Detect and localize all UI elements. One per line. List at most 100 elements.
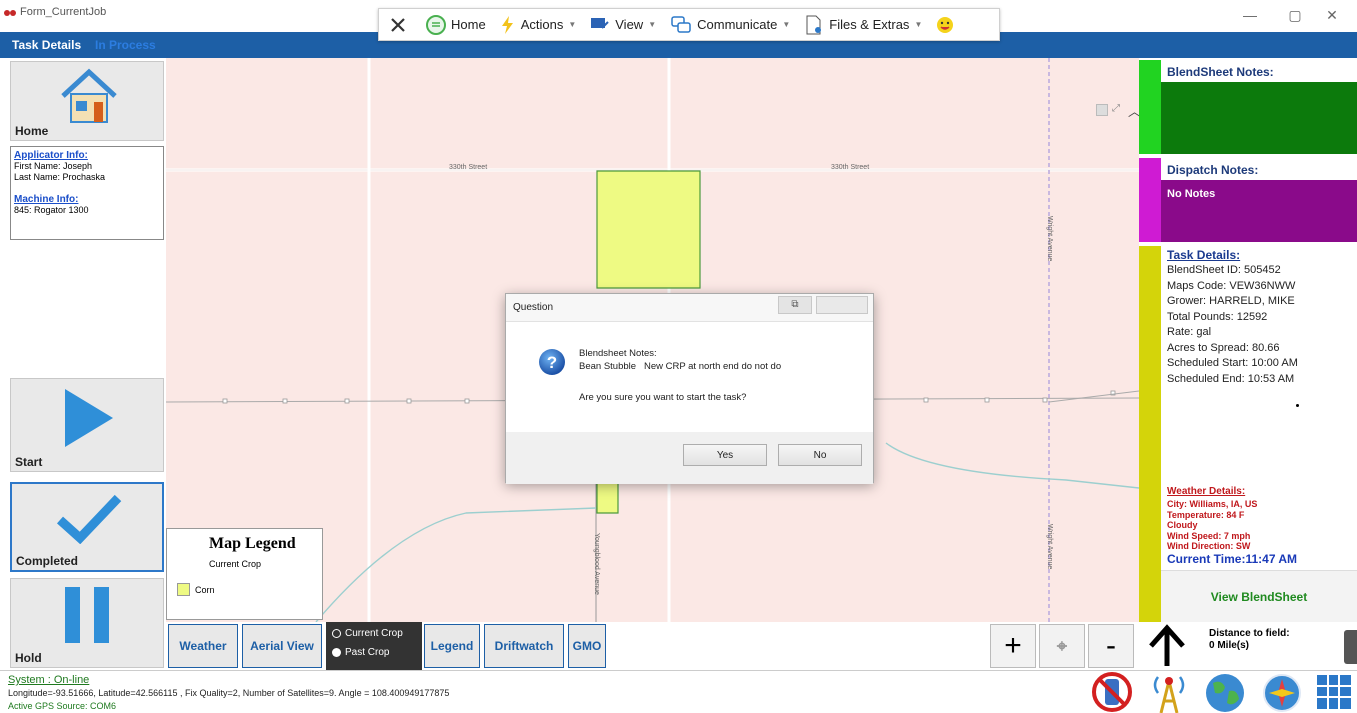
task-details-panel: Task Details: BlendSheet ID: 505452 Maps…: [1139, 246, 1357, 622]
map-legend: Map Legend Current Crop Corn: [166, 528, 323, 620]
close-window-button[interactable]: ✕: [1312, 4, 1352, 26]
task-color-strip: [1139, 246, 1161, 622]
yes-button[interactable]: Yes: [683, 444, 767, 466]
road-label-330th-a: 330th Street: [449, 164, 488, 171]
first-name: First Name: Joseph: [14, 161, 93, 171]
weather-lines: City: Williams, IA, US Temperature: 84 F…: [1167, 499, 1257, 552]
dialog-notes-heading: Blendsheet Notes:: [579, 348, 657, 359]
weather-line: Wind Speed: 7 mph: [1167, 530, 1251, 541]
crosshair-icon: ⌖: [1056, 635, 1068, 656]
current-time: Current Time:11:47 AM: [1167, 552, 1298, 566]
driftwatch-button[interactable]: Driftwatch: [484, 624, 564, 668]
close-toolbar-button[interactable]: [389, 16, 412, 34]
dialog-footer: Yes No: [506, 432, 873, 484]
dot-marker: [1296, 404, 1299, 407]
grid-icon[interactable]: [1096, 104, 1108, 116]
question-dialog: Question ⧉ ? Blendsheet Notes: Bean Stub…: [505, 293, 874, 484]
monitor-icon: [591, 17, 609, 29]
gps-source: Active GPS Source: COM6: [8, 701, 117, 711]
task-line: Acres to Spread: 80.66: [1167, 341, 1280, 354]
close-icon: [391, 17, 405, 32]
weather-button[interactable]: Weather: [168, 624, 238, 668]
app-logo-icon: [4, 10, 16, 16]
chevron-down-icon: ▼: [648, 20, 657, 29]
system-status[interactable]: System : On-line: [8, 674, 89, 686]
dialog-close-button[interactable]: [816, 296, 868, 314]
view-menu[interactable]: View ▼: [590, 16, 656, 34]
home-toolbar-button[interactable]: Home: [426, 14, 486, 35]
road-label-wright-bottom: Wright Avenue: [1046, 524, 1053, 570]
applicator-info: Applicator Info: First Name: Joseph Last…: [10, 146, 164, 240]
dispatch-notes-title: Dispatch Notes:: [1167, 163, 1259, 177]
current-crop-label: Current Crop: [345, 628, 403, 639]
distance-panel: Distance to field: 0 Mile(s): [1139, 622, 1357, 670]
dialog-titlebar: Question ⧉: [506, 294, 873, 322]
blendsheet-color-strip: [1139, 60, 1161, 154]
center-location-button[interactable]: ⌖: [1039, 624, 1085, 668]
zoom-in-button[interactable]: +: [990, 624, 1036, 668]
globe-icon[interactable]: [1203, 671, 1247, 713]
zoom-out-button[interactable]: -: [1088, 624, 1134, 668]
status-badge: In Process: [95, 38, 156, 52]
pause-icon: [65, 587, 109, 643]
current-crop-radio[interactable]: Current Crop: [332, 628, 422, 639]
smiley-button[interactable]: [936, 16, 959, 34]
minimize-button[interactable]: —: [1230, 4, 1270, 26]
completed-button[interactable]: Completed: [10, 482, 164, 572]
chevron-down-icon: ▼: [914, 20, 923, 29]
start-button[interactable]: Start: [10, 378, 164, 472]
radio-empty-icon: [332, 628, 341, 638]
weather-line: Cloudy: [1167, 520, 1198, 530]
past-crop-radio[interactable]: Past Crop: [332, 647, 422, 658]
side-tab-handle[interactable]: [1344, 630, 1357, 664]
maximize-button[interactable]: ▢: [1275, 4, 1315, 26]
legend-title: Map Legend: [209, 535, 296, 552]
document-icon: [806, 15, 822, 34]
communicate-label: Communicate: [697, 17, 778, 32]
task-line: BlendSheet ID: 505452: [1167, 264, 1281, 276]
play-icon: [65, 389, 113, 447]
map-bottom-bar: Weather Aerial View Current Crop Past Cr…: [166, 622, 1139, 670]
task-line: Rate: gal: [1167, 326, 1212, 338]
home-button[interactable]: Home: [10, 61, 164, 141]
legend-item-corn: Corn: [195, 585, 215, 595]
road-label-youngblood: Youngblood Avenue: [593, 533, 600, 595]
dispatch-notes-text: No Notes: [1167, 188, 1216, 200]
hold-button[interactable]: Hold: [10, 578, 164, 668]
files-extras-menu[interactable]: Files & Extras ▼: [804, 15, 922, 35]
view-blendsheet-button[interactable]: View BlendSheet: [1161, 570, 1357, 622]
legend-button[interactable]: Legend: [424, 624, 480, 668]
radio-filled-icon: [332, 647, 341, 657]
compass-icon[interactable]: [1261, 671, 1303, 713]
gmo-button[interactable]: GMO: [568, 624, 606, 668]
start-button-label: Start: [15, 455, 43, 469]
dialog-question: Are you sure you want to start the task?: [579, 392, 747, 403]
dialog-restore-button[interactable]: ⧉: [778, 296, 812, 314]
communicate-menu[interactable]: Communicate ▼: [670, 15, 790, 35]
no-button[interactable]: No: [778, 444, 862, 466]
applicator-heading[interactable]: Applicator Info:: [14, 150, 160, 161]
status-bar: System : On-line Longitude=-93.51666, La…: [0, 670, 1357, 713]
gps-readout: Longitude=-93.51666, Latitude=42.566115 …: [8, 688, 450, 698]
last-name: Last Name: Prochaska: [14, 172, 106, 182]
map-view-controls: ⤢ ︿: [1096, 101, 1139, 124]
home-toolbar-label: Home: [451, 17, 486, 32]
legend-subtitle: Current Crop: [209, 559, 262, 569]
lightning-icon: [501, 15, 513, 34]
actions-label: Actions: [520, 17, 564, 32]
checkmark-icon: [56, 494, 122, 544]
weather-line: Wind Direction: SW: [1167, 541, 1251, 551]
actions-menu[interactable]: Actions ▼: [500, 15, 576, 35]
aerial-view-button[interactable]: Aerial View: [242, 624, 322, 668]
spreadsheet-icon[interactable]: [1314, 672, 1354, 712]
task-line: Scheduled Start: 10:00 AM: [1167, 357, 1298, 369]
dialog-title: Question: [513, 302, 554, 313]
completed-button-label: Completed: [16, 554, 79, 568]
no-phone-icon[interactable]: [1090, 671, 1134, 713]
dialog-body: ? Blendsheet Notes: Bean Stubble New CRP…: [506, 322, 873, 432]
fullscreen-icon[interactable]: ⤢: [1112, 103, 1120, 114]
radio-tower-icon[interactable]: [1146, 671, 1192, 713]
chevron-up-icon[interactable]: ︿: [1128, 101, 1139, 120]
machine-heading[interactable]: Machine Info:: [14, 194, 160, 205]
view-label: View: [615, 17, 644, 32]
